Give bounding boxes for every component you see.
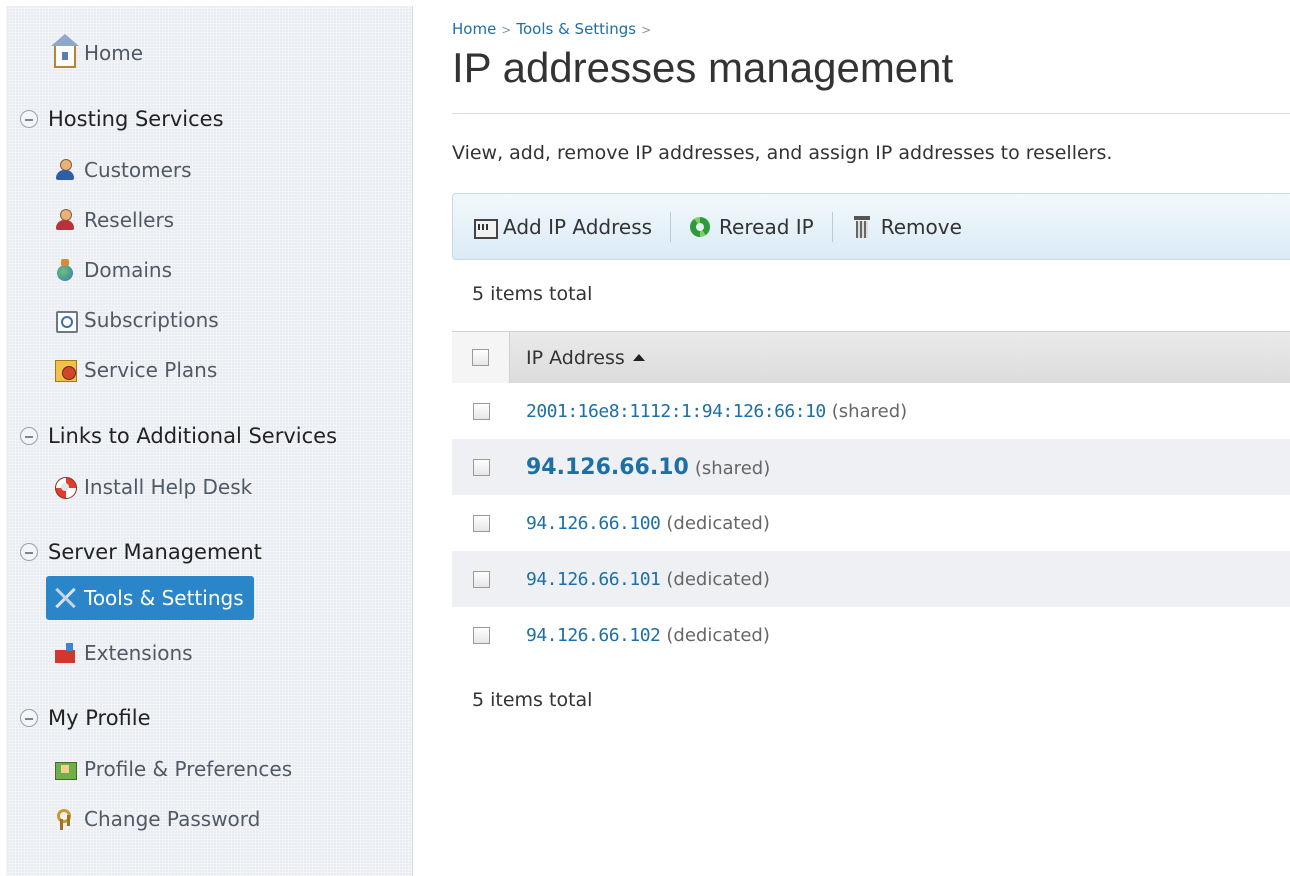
refresh-icon xyxy=(689,216,711,238)
remove-label: Remove xyxy=(880,214,962,239)
row-checkbox[interactable] xyxy=(472,402,490,420)
collapse-icon[interactable] xyxy=(20,543,38,561)
key-icon xyxy=(54,808,76,830)
group-links-additional-services[interactable]: Links to Additional Services xyxy=(20,421,337,451)
ip-type: (dedicated) xyxy=(666,568,770,590)
sidebar-item-service-plans[interactable]: Service Plans xyxy=(54,353,217,387)
add-ip-address-button[interactable]: Add IP Address xyxy=(473,215,652,239)
collapse-icon[interactable] xyxy=(20,709,38,727)
breadcrumb: Home > Tools & Settings > xyxy=(452,20,656,38)
sidebar-item-label: Profile & Preferences xyxy=(84,757,293,781)
home-icon xyxy=(51,34,79,68)
profile-card-icon xyxy=(54,758,77,780)
sidebar-item-label: Domains xyxy=(84,258,173,282)
toolbar: Add IP Address Reread IP Remove xyxy=(452,193,1290,260)
group-server-management[interactable]: Server Management xyxy=(20,537,262,567)
extension-icon xyxy=(54,642,76,664)
network-card-icon xyxy=(473,216,498,239)
service-plan-icon xyxy=(54,359,77,382)
select-all-checkbox[interactable] xyxy=(472,349,489,366)
group-title: Links to Additional Services xyxy=(48,424,338,448)
globe-icon xyxy=(54,259,76,281)
items-total-bottom: 5 items total xyxy=(472,689,593,711)
page-description: View, add, remove IP addresses, and assi… xyxy=(452,142,1113,164)
row-checkbox[interactable] xyxy=(472,514,490,532)
sidebar-item-label: Change Password xyxy=(84,807,261,831)
sidebar-item-customers[interactable]: Customers xyxy=(54,153,192,187)
sidebar-item-domains[interactable]: Domains xyxy=(54,253,172,287)
sidebar: Home Hosting Services Customers Reseller… xyxy=(6,6,413,876)
tools-icon xyxy=(54,587,76,609)
table-row: 2001:16e8:1112:1:94:126:66:10 (shared) xyxy=(452,383,1290,439)
row-checkbox[interactable] xyxy=(472,570,490,588)
trash-icon xyxy=(851,215,873,238)
ip-address-table: IP Address 2001:16e8:1112:1:94:126:66:10… xyxy=(452,331,1290,663)
sidebar-item-label: Customers xyxy=(84,158,192,182)
sidebar-item-label: Home xyxy=(84,41,144,65)
collapse-icon[interactable] xyxy=(20,427,38,445)
ip-address-link[interactable]: 94.126.66.101 xyxy=(526,569,661,590)
sidebar-item-profile-preferences[interactable]: Profile & Preferences xyxy=(54,752,292,786)
ip-type: (dedicated) xyxy=(666,512,770,534)
ip-address-link[interactable]: 94.126.66.102 xyxy=(526,625,661,646)
breadcrumb-tools-link[interactable]: Tools & Settings xyxy=(516,20,636,38)
sidebar-item-home[interactable]: Home xyxy=(51,34,144,70)
sidebar-item-label: Resellers xyxy=(84,208,175,232)
ip-address-link[interactable]: 94.126.66.100 xyxy=(526,513,661,534)
ip-address-link[interactable]: 94.126.66.10 xyxy=(526,455,689,480)
table-row: 94.126.66.100 (dedicated) xyxy=(452,495,1290,551)
sidebar-item-label: Subscriptions xyxy=(84,308,219,332)
sidebar-item-label: Install Help Desk xyxy=(84,475,253,499)
remove-button[interactable]: Remove xyxy=(851,215,962,239)
sidebar-item-install-help-desk[interactable]: Install Help Desk xyxy=(54,470,252,504)
table-row: 94.126.66.102 (dedicated) xyxy=(452,607,1290,663)
ip-type: (shared) xyxy=(831,400,908,422)
ip-type: (dedicated) xyxy=(666,624,770,646)
ip-type: (shared) xyxy=(694,457,771,479)
sidebar-item-extensions[interactable]: Extensions xyxy=(54,636,193,670)
toolbar-divider xyxy=(831,211,833,242)
sidebar-item-label: Tools & Settings xyxy=(84,586,244,610)
sidebar-item-label: Extensions xyxy=(84,641,193,665)
table-row: 94.126.66.10 (shared) xyxy=(452,439,1290,495)
group-title: My Profile xyxy=(48,706,151,730)
group-hosting-services[interactable]: Hosting Services xyxy=(20,104,224,134)
lifebuoy-icon xyxy=(54,476,77,499)
sidebar-item-label: Service Plans xyxy=(84,358,218,382)
page-title: IP addresses management xyxy=(452,44,954,91)
group-my-profile[interactable]: My Profile xyxy=(20,703,151,733)
group-title: Server Management xyxy=(48,540,262,564)
reread-ip-button[interactable]: Reread IP xyxy=(689,215,814,239)
select-all-cell xyxy=(452,332,510,383)
toolbar-divider xyxy=(670,211,672,242)
row-checkbox[interactable] xyxy=(472,458,490,476)
ip-address-link[interactable]: 2001:16e8:1112:1:94:126:66:10 xyxy=(526,401,826,422)
breadcrumb-separator: > xyxy=(501,23,512,37)
ip-address-column-header[interactable]: IP Address xyxy=(510,347,645,369)
items-total-top: 5 items total xyxy=(472,283,593,305)
table-header: IP Address xyxy=(452,331,1290,383)
sort-ascending-icon xyxy=(632,354,645,361)
collapse-icon[interactable] xyxy=(20,110,38,128)
column-header-label: IP Address xyxy=(526,346,625,369)
table-row: 94.126.66.101 (dedicated) xyxy=(452,551,1290,607)
add-ip-address-label: Add IP Address xyxy=(503,214,653,239)
breadcrumb-home-link[interactable]: Home xyxy=(452,20,496,38)
reread-ip-label: Reread IP xyxy=(719,214,814,239)
row-checkbox[interactable] xyxy=(472,626,490,644)
subscription-icon xyxy=(54,309,78,333)
group-title: Hosting Services xyxy=(48,107,224,131)
sidebar-item-change-password[interactable]: Change Password xyxy=(54,802,260,836)
reseller-icon xyxy=(54,209,76,231)
sidebar-item-tools-settings[interactable]: Tools & Settings xyxy=(46,576,254,620)
customer-icon xyxy=(54,159,76,181)
sidebar-item-subscriptions[interactable]: Subscriptions xyxy=(54,303,219,337)
breadcrumb-separator: > xyxy=(641,23,652,37)
sidebar-item-resellers[interactable]: Resellers xyxy=(54,203,174,237)
title-divider xyxy=(452,113,1290,114)
